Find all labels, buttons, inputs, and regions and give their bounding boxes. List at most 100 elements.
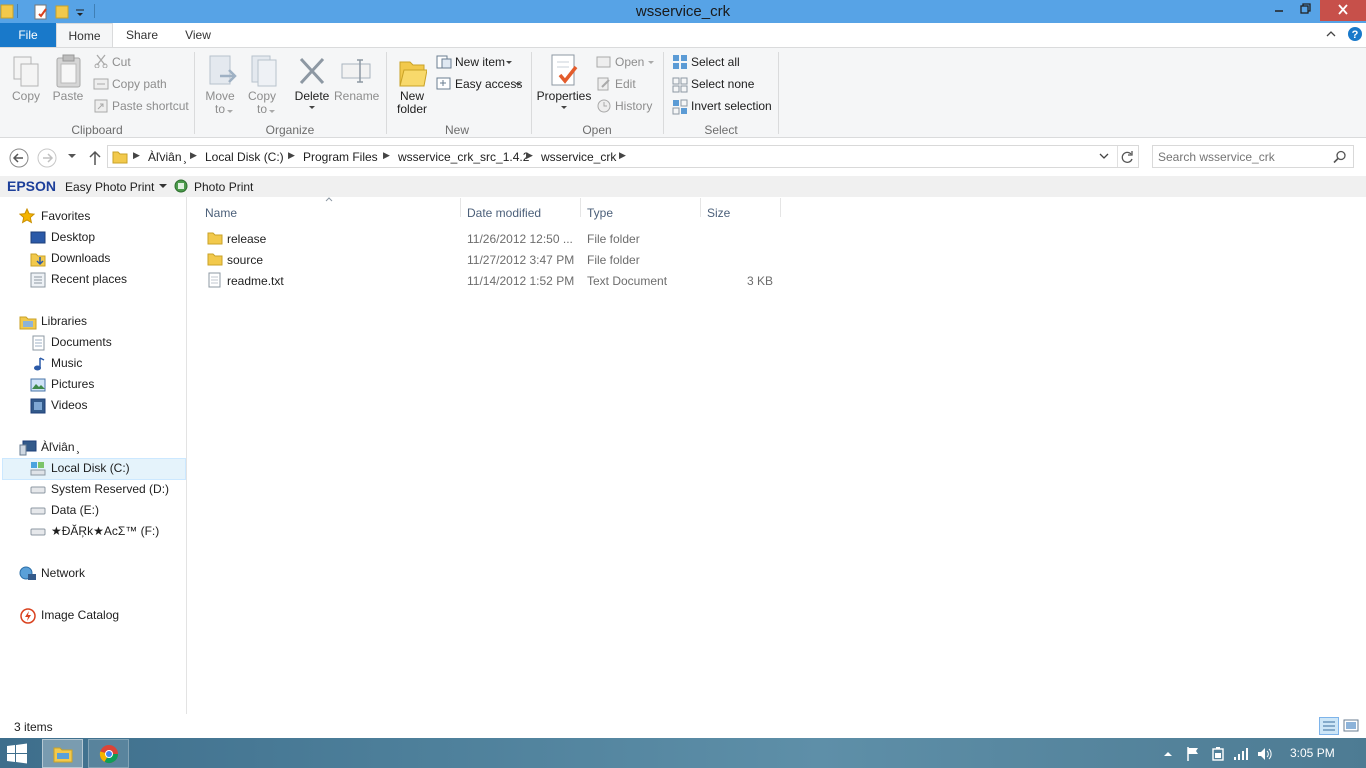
- move-to-icon: [209, 55, 237, 85]
- paste-button[interactable]: Paste: [48, 90, 88, 103]
- navigation-pane: Favorites Desktop Downloads Recent place…: [0, 197, 187, 714]
- open-button[interactable]: Open: [615, 55, 644, 69]
- tab-file[interactable]: File: [0, 23, 56, 47]
- delete-button[interactable]: Delete: [292, 90, 332, 103]
- back-icon[interactable]: [9, 148, 29, 168]
- folder-icon: [207, 232, 223, 245]
- forward-icon[interactable]: [37, 148, 57, 168]
- paste-shortcut-button[interactable]: Paste shortcut: [112, 99, 189, 113]
- nav-system-reserved[interactable]: System Reserved (D:): [51, 479, 169, 500]
- delete-icon: [299, 57, 325, 85]
- copy-to-button[interactable]: Copy to: [242, 90, 282, 116]
- minimize-ribbon-icon[interactable]: [1325, 29, 1337, 39]
- file-type: File folder: [587, 232, 640, 246]
- nav-network[interactable]: Network: [41, 563, 85, 584]
- music-icon: [34, 357, 45, 371]
- refresh-icon[interactable]: [1120, 150, 1134, 164]
- file-date: 11/14/2012 1:52 PM: [467, 274, 575, 288]
- tab-view[interactable]: View: [176, 23, 220, 47]
- easy-photo-print-menu[interactable]: Easy Photo Print: [65, 180, 154, 194]
- nav-pictures[interactable]: Pictures: [51, 374, 94, 395]
- nav-documents[interactable]: Documents: [51, 332, 112, 353]
- nav-downloads[interactable]: Downloads: [51, 248, 110, 269]
- nav-data-drive[interactable]: Data (E:): [51, 500, 99, 521]
- window-title: wsservice_crk: [635, 3, 731, 20]
- rename-button[interactable]: Rename: [334, 90, 379, 103]
- nav-desktop[interactable]: Desktop: [51, 227, 95, 248]
- properties-button[interactable]: Properties: [536, 90, 592, 103]
- search-icon[interactable]: [1333, 150, 1347, 164]
- history-button[interactable]: History: [615, 99, 652, 113]
- action-center-flag-icon[interactable]: [1185, 746, 1201, 762]
- videos-icon: [30, 398, 46, 414]
- recent-locations-icon[interactable]: [67, 153, 77, 161]
- image-catalog-icon: [20, 608, 36, 624]
- breadcrumb-program-files[interactable]: Program Files: [303, 150, 378, 164]
- nav-favorites[interactable]: Favorites: [41, 206, 90, 227]
- address-dropdown-icon[interactable]: [1099, 153, 1109, 161]
- nav-local-disk[interactable]: Local Disk (C:): [51, 458, 130, 479]
- details-view-icon[interactable]: [1319, 717, 1339, 735]
- properties-icon: [551, 54, 578, 86]
- easy-access-dropdown-icon: [515, 83, 521, 86]
- column-header-size[interactable]: Size: [707, 206, 730, 220]
- folder-location-icon: [112, 151, 128, 164]
- search-input[interactable]: [1158, 148, 1328, 165]
- tab-share[interactable]: Share: [118, 23, 166, 47]
- nav-videos[interactable]: Videos: [51, 395, 87, 416]
- column-header-type[interactable]: Type: [587, 206, 613, 220]
- recent-places-icon: [30, 272, 46, 288]
- table-row[interactable]: release 11/26/2012 12:50 ... File folder: [200, 228, 780, 249]
- invert-selection-button[interactable]: Invert selection: [691, 99, 772, 113]
- breadcrumb-computer[interactable]: Àľviân ̧: [148, 150, 185, 164]
- restore-button[interactable]: [1292, 0, 1318, 21]
- clock[interactable]: 3:05 PM: [1290, 746, 1335, 760]
- cut-icon: [94, 54, 108, 68]
- select-all-button[interactable]: Select all: [691, 55, 740, 69]
- breadcrumb-src[interactable]: wsservice_crk_src_1.4.2: [398, 150, 529, 164]
- nav-computer[interactable]: Àľviân ̧: [41, 437, 78, 458]
- minimize-button[interactable]: [1266, 0, 1292, 21]
- easy-access-button[interactable]: Easy access: [455, 77, 522, 91]
- nav-f-drive[interactable]: ★ĐĂŖk★AcΣ™ (F:): [51, 521, 159, 542]
- libraries-icon: [19, 316, 37, 330]
- open-dropdown-icon: [648, 61, 654, 64]
- cut-button[interactable]: Cut: [112, 55, 131, 69]
- nav-recent-places[interactable]: Recent places: [51, 269, 127, 290]
- photo-print-icon: [174, 179, 188, 193]
- easy-photo-print-dropdown-icon[interactable]: [159, 184, 167, 190]
- power-icon[interactable]: [1210, 746, 1226, 762]
- column-header-name[interactable]: Name: [205, 206, 237, 220]
- nav-image-catalog[interactable]: Image Catalog: [41, 605, 119, 626]
- new-folder-button[interactable]: New folder: [390, 90, 434, 116]
- nav-libraries[interactable]: Libraries: [41, 311, 87, 332]
- close-button[interactable]: [1320, 0, 1366, 21]
- folder-icon: [207, 253, 223, 266]
- table-row[interactable]: readme.txt 11/14/2012 1:52 PM Text Docum…: [200, 270, 780, 291]
- select-group-label: Select: [704, 123, 738, 137]
- show-hidden-icons-icon[interactable]: [1163, 750, 1173, 758]
- help-icon[interactable]: ?: [1347, 26, 1363, 42]
- ribbon-tabs: File Home Share View ?: [0, 23, 1366, 47]
- rename-icon: [341, 59, 371, 83]
- table-row[interactable]: source 11/27/2012 3:47 PM File folder: [200, 249, 780, 270]
- column-header-date[interactable]: Date modified: [467, 206, 541, 220]
- new-item-button[interactable]: New item: [455, 55, 505, 69]
- copy-path-button[interactable]: Copy path: [112, 77, 167, 91]
- select-none-button[interactable]: Select none: [691, 77, 754, 91]
- edit-button[interactable]: Edit: [615, 77, 636, 91]
- copy-to-icon: [251, 55, 277, 87]
- large-icons-view-icon[interactable]: [1342, 717, 1360, 735]
- network-signal-icon[interactable]: [1233, 746, 1249, 762]
- move-to-button[interactable]: Move to: [200, 90, 240, 116]
- breadcrumb-local-disk[interactable]: Local Disk (C:): [205, 150, 284, 164]
- tab-home[interactable]: Home: [56, 23, 113, 47]
- windows-start-icon[interactable]: [6, 743, 28, 765]
- photo-print-button[interactable]: Photo Print: [194, 180, 253, 194]
- nav-music[interactable]: Music: [51, 353, 82, 374]
- up-icon[interactable]: [87, 149, 103, 167]
- volume-icon[interactable]: [1257, 746, 1273, 762]
- breadcrumb-current[interactable]: wsservice_crk: [541, 150, 616, 164]
- network-icon: [19, 566, 36, 580]
- copy-button[interactable]: Copy: [6, 90, 46, 103]
